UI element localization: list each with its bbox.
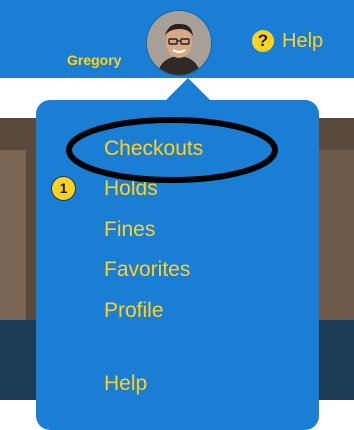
- help-link-top[interactable]: ? Help: [252, 26, 323, 56]
- username-label[interactable]: Gregory: [67, 52, 121, 68]
- question-circle-icon: ?: [252, 30, 274, 52]
- background-panel-left: [0, 150, 26, 330]
- dropdown-caret: [166, 78, 210, 100]
- user-avatar[interactable]: [146, 10, 212, 76]
- holds-count-badge: 1: [52, 177, 75, 200]
- menu-item-checkouts[interactable]: Checkouts: [104, 137, 203, 161]
- menu-item-help[interactable]: Help: [104, 372, 147, 396]
- background-panel-right: [318, 150, 354, 320]
- menu-item-profile[interactable]: Profile: [104, 299, 164, 323]
- menu-item-holds[interactable]: Holds: [104, 177, 158, 201]
- menu-item-fines[interactable]: Fines: [104, 218, 155, 242]
- help-link-label: Help: [282, 29, 324, 52]
- menu-item-favorites[interactable]: Favorites: [104, 258, 190, 282]
- avatar-photo-icon: [147, 11, 211, 75]
